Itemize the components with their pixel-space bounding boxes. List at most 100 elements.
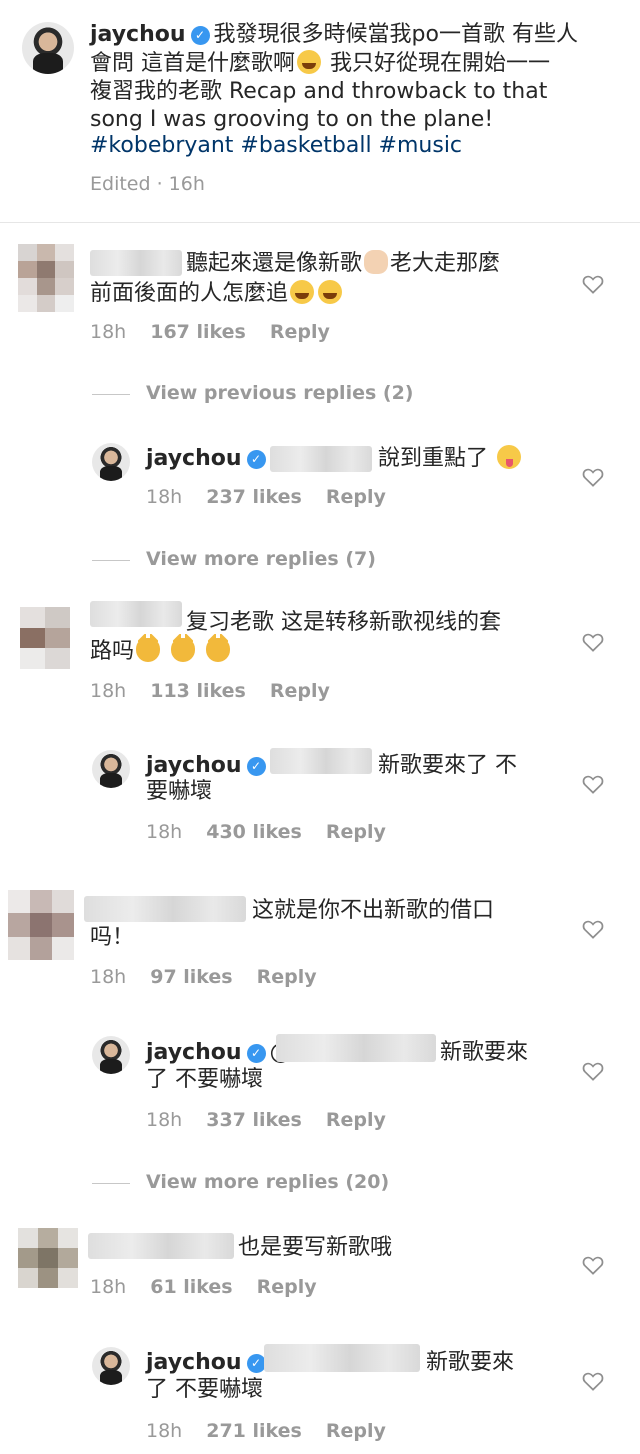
comment-1-likes[interactable]: 167 likes [150, 321, 246, 343]
smiling-cat-emoji-icon [171, 634, 196, 662]
reply-1-reply-button[interactable]: Reply [326, 486, 386, 508]
reply-4-like-heart-icon[interactable] [582, 1371, 604, 1391]
comment-1-meta: 18h 167 likes Reply [90, 321, 354, 343]
reply-4-time: 18h [146, 1420, 183, 1442]
comment-2-reply-button[interactable]: Reply [270, 680, 330, 702]
reply-4-reply-button[interactable]: Reply [326, 1420, 386, 1442]
comment-1-line-1: 聽起來還是像新歌 老大走那麼 [186, 249, 500, 278]
reply-2-username[interactable]: jaychou [146, 753, 242, 778]
comment-1-line-2: 前面後面的人怎麼追 [90, 279, 344, 308]
reply-3-reply-button[interactable]: Reply [326, 1109, 386, 1131]
reply-3-like-heart-icon[interactable] [582, 1061, 604, 1081]
caption-line-1: jaychou ✓ 我發現很多時候當我po一首歌 有些人 [90, 20, 578, 49]
comment-4-like-heart-icon[interactable] [582, 1255, 604, 1275]
caption-username[interactable]: jaychou [90, 22, 186, 47]
reply-3-line-1: jaychou✓@ [146, 1038, 292, 1067]
reply-4-avatar[interactable] [92, 1347, 130, 1385]
reply-3-mention-blurred[interactable] [276, 1034, 436, 1062]
comment-4-likes[interactable]: 61 likes [150, 1276, 232, 1298]
reply-3-username[interactable]: jaychou [146, 1040, 242, 1065]
caption-text-2a: 會問 這首是什麼歌啊 [90, 51, 295, 76]
comment-1-text-1b: 老大走那麼 [390, 251, 501, 276]
view-previous-dash [92, 394, 130, 395]
comment-3-time: 18h [90, 966, 127, 988]
comment-4-username-blurred[interactable] [88, 1233, 234, 1259]
view-more-replies-7-link[interactable]: View more replies (7) [146, 548, 376, 570]
reply-2-mention-blurred[interactable] [270, 748, 372, 774]
comment-4-reply-button[interactable]: Reply [257, 1276, 317, 1298]
reply-1-username[interactable]: jaychou [146, 446, 242, 471]
comment-2-line-2: 路吗 [90, 634, 232, 666]
reply-3-time: 18h [146, 1109, 183, 1131]
view-more-20-dash [92, 1183, 130, 1184]
verified-badge-icon: ✓ [246, 450, 266, 469]
reply-4-text-2: 了 不要嚇壞 [146, 1377, 263, 1402]
comment-1-reply-button[interactable]: Reply [270, 321, 330, 343]
smiling-cat-emoji-icon [136, 634, 161, 662]
view-more-replies-20-link[interactable]: View more replies (20) [146, 1171, 389, 1193]
reply-2-likes[interactable]: 430 likes [206, 821, 302, 843]
tongue-out-emoji-icon [497, 445, 522, 469]
verified-badge-icon: ✓ [190, 26, 210, 45]
caption-line-2: 會問 這首是什麼歌啊 我只好從現在開始一一 [90, 49, 550, 78]
reply-4-text-1: 新歌要來 [426, 1350, 515, 1375]
comment-3-likes[interactable]: 97 likes [150, 966, 232, 988]
caption-text-1: 我發現很多時候當我po一首歌 有些人 [213, 22, 578, 47]
comment-3-meta: 18h 97 likes Reply [90, 966, 341, 988]
reply-1-like-heart-icon[interactable] [582, 467, 604, 487]
reply-3-likes[interactable]: 337 likes [206, 1109, 302, 1131]
laughing-emoji-icon [318, 280, 343, 304]
reply-4-username[interactable]: jaychou [146, 1350, 242, 1375]
reply-1-time: 18h [146, 486, 183, 508]
smiling-cat-emoji-icon [206, 634, 231, 662]
view-previous-replies-link[interactable]: View previous replies (2) [146, 382, 413, 404]
comment-3-avatar[interactable] [8, 890, 74, 960]
comment-2-meta: 18h 113 likes Reply [90, 680, 354, 702]
comment-2-avatar[interactable] [20, 607, 70, 669]
comment-3-line-1: 这就是你不出新歌的借口 [252, 898, 495, 923]
comment-1-username-blurred[interactable] [90, 250, 182, 276]
verified-badge-icon: ✓ [246, 757, 266, 776]
comment-1-like-heart-icon[interactable] [582, 274, 604, 294]
comment-3-username-blurred[interactable] [84, 896, 246, 922]
comment-2-likes[interactable]: 113 likes [150, 680, 246, 702]
reply-2-meta: 18h 430 likes Reply [146, 821, 410, 843]
reply-2-time: 18h [146, 821, 183, 843]
reply-2-text-1: 新歌要來了 不 [378, 753, 517, 778]
comment-1-avatar[interactable] [18, 244, 74, 312]
comment-4-line-1: 也是要写新歌哦 [238, 1235, 393, 1260]
laughing-emoji-icon [290, 280, 315, 304]
comment-1-text-1a: 聽起來還是像新歌 [186, 251, 363, 276]
comment-4-time: 18h [90, 1276, 127, 1298]
reply-4-likes[interactable]: 271 likes [206, 1420, 302, 1442]
comment-2-line-1: 复习老歌 这是转移新歌视线的套 [186, 610, 501, 635]
reply-4-line-1: jaychou ✓ [146, 1348, 270, 1377]
reply-1-avatar[interactable] [92, 443, 130, 481]
reply-3-avatar[interactable] [92, 1036, 130, 1074]
caption-text-2b: 我只好從現在開始一一 [323, 51, 550, 76]
reply-3-text-1: 新歌要來 [440, 1040, 529, 1065]
reply-3-text-2: 了 不要嚇壞 [146, 1067, 263, 1092]
reply-1-mention-blurred[interactable] [270, 446, 372, 472]
comment-3-reply-button[interactable]: Reply [257, 966, 317, 988]
comment-2-username-blurred[interactable] [90, 601, 182, 627]
caption-hashtags[interactable]: #kobebryant #basketball #music [90, 131, 462, 160]
reply-2-avatar[interactable] [92, 750, 130, 788]
caption-avatar[interactable] [22, 22, 74, 74]
comment-3-line-2: 吗！ [90, 925, 135, 950]
reply-1-meta: 18h 237 likes Reply [146, 486, 410, 508]
reply-2-like-heart-icon[interactable] [582, 774, 604, 794]
reply-4-mention-blurred[interactable] [264, 1344, 420, 1372]
comment-4-avatar[interactable] [18, 1228, 78, 1288]
reply-2-reply-button[interactable]: Reply [326, 821, 386, 843]
reply-4-meta: 18h 271 likes Reply [146, 1420, 410, 1442]
comment-3-like-heart-icon[interactable] [582, 919, 604, 939]
reply-1-likes[interactable]: 237 likes [206, 486, 302, 508]
reply-2-line-1: jaychou ✓ [146, 751, 270, 780]
reply-1-text-1: 說到重點了 [378, 446, 489, 471]
comment-2-like-heart-icon[interactable] [582, 632, 604, 652]
caption-edited: Edited · 16h [90, 173, 205, 195]
reply-1-line-1: jaychou ✓ [146, 444, 270, 473]
comment-2-time: 18h [90, 680, 127, 702]
reply-2-text-2: 要嚇壞 [146, 779, 213, 804]
